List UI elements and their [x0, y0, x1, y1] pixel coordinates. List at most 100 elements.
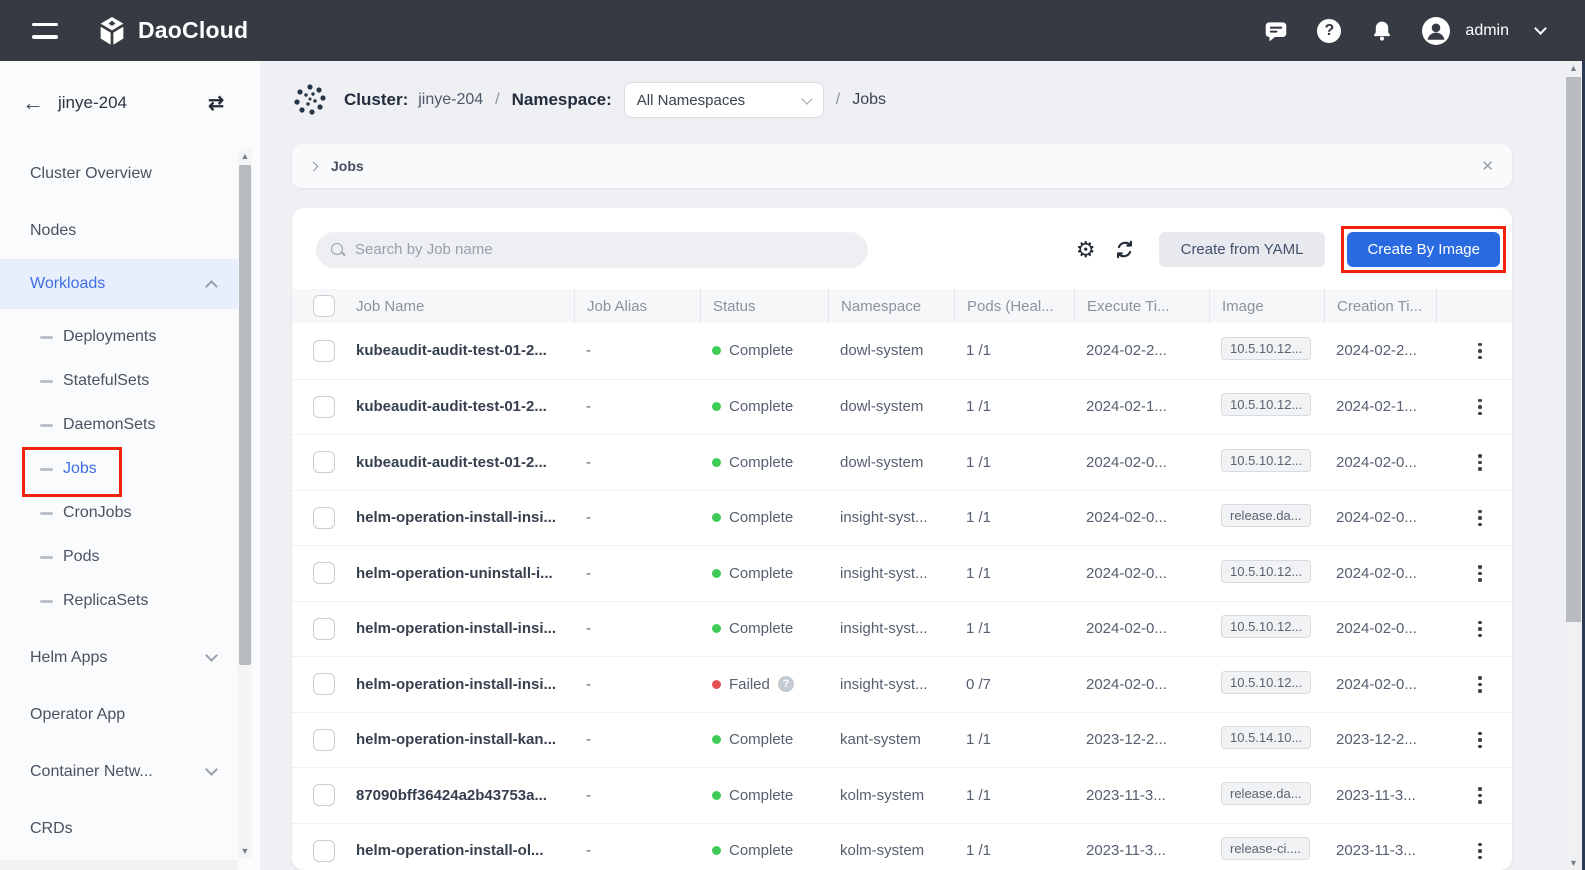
image-chip[interactable]: release.da...	[1221, 504, 1311, 527]
status-text: Completed	[729, 565, 794, 582]
image-chip[interactable]: 10.5.10.12...	[1221, 449, 1311, 472]
status-help-icon[interactable]: ?	[778, 676, 794, 692]
column-header-namespace[interactable]: Namespace	[828, 289, 954, 323]
column-header-execute-time[interactable]: Execute Ti...	[1074, 289, 1209, 323]
row-checkbox[interactable]	[313, 784, 335, 806]
job-name-link[interactable]: helm-operation-install-insi...	[344, 620, 574, 637]
image-chip[interactable]: 10.5.10.12...	[1221, 615, 1311, 638]
namespace-select[interactable]: All Namespaces	[624, 82, 824, 118]
sidebar-item[interactable]: Jobs	[0, 447, 238, 491]
sidebar-item[interactable]: Container Netw...	[0, 743, 238, 800]
sidebar-scrollbar[interactable]: ▲ ▼	[238, 149, 252, 858]
job-name-link[interactable]: helm-operation-install-kan...	[344, 731, 574, 748]
column-header-pods[interactable]: Pods (Heal...	[954, 289, 1074, 323]
image-chip[interactable]: 10.5.10.12...	[1221, 671, 1311, 694]
row-checkbox[interactable]	[313, 618, 335, 640]
user-avatar[interactable]	[1422, 17, 1450, 45]
scroll-down-icon[interactable]: ▼	[241, 844, 250, 858]
user-menu-chevron-down-icon[interactable]	[1534, 22, 1547, 35]
row-actions-kebab-icon[interactable]	[1474, 728, 1486, 753]
sidebar-item[interactable]: Helm Apps	[0, 629, 238, 686]
search-input[interactable]	[355, 241, 835, 258]
column-header-job-alias[interactable]: Job Alias	[574, 289, 700, 323]
job-name-link[interactable]: helm-operation-uninstall-i...	[344, 565, 574, 582]
notifications-bell-icon[interactable]	[1369, 18, 1395, 44]
row-actions-kebab-icon[interactable]	[1474, 561, 1486, 586]
switch-cluster-icon[interactable]: ⇄	[208, 92, 224, 115]
scroll-down-icon[interactable]: ▼	[1569, 856, 1578, 870]
job-name-link[interactable]: helm-operation-install-insi...	[344, 676, 574, 693]
image-chip[interactable]: 10.5.10.12...	[1221, 337, 1311, 360]
namespace-cell: insight-syst...	[828, 676, 954, 693]
sidebar-item[interactable]: Nodes	[0, 202, 238, 259]
tab-jobs[interactable]: Jobs	[331, 158, 364, 174]
page-scrollbar-thumb[interactable]	[1566, 77, 1581, 622]
job-name-link[interactable]: 87090bff36424a2b43753a...	[344, 787, 574, 804]
job-name-link[interactable]: kubeaudit-audit-test-01-2...	[344, 342, 574, 359]
job-name-link[interactable]: kubeaudit-audit-test-01-2...	[344, 454, 574, 471]
row-checkbox[interactable]	[313, 840, 335, 862]
row-actions-kebab-icon[interactable]	[1474, 672, 1486, 697]
sidebar-item[interactable]: StatefulSets	[0, 359, 238, 403]
row-actions-kebab-icon[interactable]	[1474, 783, 1486, 808]
row-checkbox[interactable]	[313, 562, 335, 584]
hamburger-menu-icon[interactable]	[32, 20, 62, 42]
pods-cell: 1 /1	[954, 620, 1074, 637]
image-chip[interactable]: release-ci....	[1221, 837, 1310, 860]
help-icon[interactable]: ?	[1316, 18, 1342, 44]
refresh-icon[interactable]	[1114, 239, 1135, 260]
sidebar-scrollbar-thumb[interactable]	[239, 165, 251, 665]
gear-icon[interactable]: ⚙	[1076, 239, 1096, 261]
job-name-link[interactable]: helm-operation-install-insi...	[344, 509, 574, 526]
scroll-up-icon[interactable]: ▲	[1569, 61, 1578, 75]
create-from-yaml-button[interactable]: Create from YAML	[1159, 232, 1326, 267]
image-chip[interactable]: 10.5.10.12...	[1221, 393, 1311, 416]
cluster-label: Cluster:	[344, 90, 408, 110]
row-actions-kebab-icon[interactable]	[1474, 506, 1486, 531]
row-checkbox[interactable]	[313, 451, 335, 473]
sidebar-item[interactable]: CronJobs	[0, 491, 238, 535]
column-header-status[interactable]: Status	[700, 289, 828, 323]
sidebar-item[interactable]: Deployments	[0, 315, 238, 359]
page-scrollbar[interactable]: ▲ ▼	[1565, 61, 1582, 870]
row-checkbox[interactable]	[313, 673, 335, 695]
row-actions-kebab-icon[interactable]	[1474, 450, 1486, 475]
select-all-checkbox[interactable]	[313, 295, 335, 317]
messages-icon[interactable]	[1263, 18, 1289, 44]
sidebar-item[interactable]: CRDs	[0, 800, 238, 857]
column-header-job-name[interactable]: Job Name	[344, 289, 574, 323]
row-actions-kebab-icon[interactable]	[1474, 339, 1486, 364]
back-arrow-icon[interactable]: ←	[22, 90, 44, 116]
tab-close-icon[interactable]: ✕	[1481, 157, 1494, 175]
sidebar-item[interactable]: Cluster Overview	[0, 145, 238, 202]
execute-time-cell: 2024-02-0...	[1074, 509, 1209, 526]
row-actions-kebab-icon[interactable]	[1474, 839, 1486, 864]
image-chip[interactable]: release.da...	[1221, 782, 1311, 805]
image-chip[interactable]: 10.5.10.12...	[1221, 560, 1311, 583]
row-checkbox[interactable]	[313, 396, 335, 418]
sidebar-item[interactable]: Workloads	[0, 259, 238, 309]
sidebar-item[interactable]: DaemonSets	[0, 403, 238, 447]
job-alias: -	[574, 620, 700, 637]
row-checkbox[interactable]	[313, 507, 335, 529]
column-header-image[interactable]: Image	[1209, 289, 1324, 323]
job-name-link[interactable]: kubeaudit-audit-test-01-2...	[344, 398, 574, 415]
sidebar-item[interactable]: Pods	[0, 535, 238, 579]
column-header-creation-time[interactable]: Creation Ti...	[1324, 289, 1436, 323]
sidebar-item[interactable]: Operator App	[0, 686, 238, 743]
namespace-selected-value: All Namespaces	[637, 92, 745, 109]
row-checkbox[interactable]	[313, 340, 335, 362]
create-by-image-button[interactable]: Create By Image	[1347, 232, 1500, 267]
sidebar-hscrollbar[interactable]	[0, 860, 238, 870]
sidebar-item[interactable]: ReplicaSets	[0, 579, 238, 623]
dash-icon	[40, 336, 53, 339]
status-cell: Completed ?	[700, 509, 828, 526]
job-name-link[interactable]: helm-operation-install-ol...	[344, 842, 574, 859]
row-actions-kebab-icon[interactable]	[1474, 617, 1486, 642]
row-checkbox[interactable]	[313, 729, 335, 751]
row-actions-kebab-icon[interactable]	[1474, 395, 1486, 420]
image-chip[interactable]: 10.5.14.10...	[1221, 726, 1311, 749]
cluster-value: jinye-204	[418, 91, 483, 109]
tab-bar: Jobs ✕	[292, 144, 1512, 188]
scroll-up-icon[interactable]: ▲	[241, 149, 250, 163]
